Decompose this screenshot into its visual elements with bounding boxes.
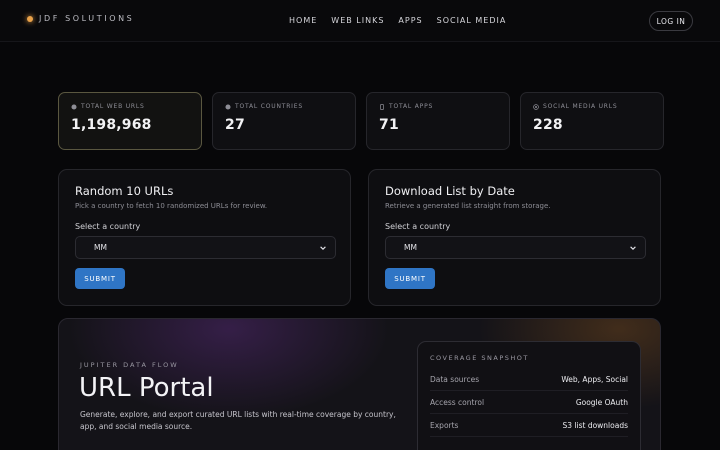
brand[interactable]: JDF SOLUTIONS (27, 14, 134, 23)
country-field-label: Select a country (385, 222, 451, 231)
stat-card-apps: TOTAL APPS 71 (366, 92, 510, 150)
snapshot-value: Web, Apps, Social (561, 374, 628, 384)
snapshot-title: COVERAGE SNAPSHOT (430, 354, 529, 362)
nav-link-home[interactable]: HOME (289, 16, 317, 25)
page: JDF SOLUTIONS HOME WEB LINKS APPS SOCIAL… (0, 0, 720, 450)
country-select[interactable]: MM (385, 236, 646, 259)
stat-label-row: TOTAL WEB URLS (71, 103, 189, 110)
country-field-label: Select a country (75, 222, 141, 231)
at-icon (533, 103, 539, 110)
stat-value: 71 (379, 117, 399, 133)
hero-title: URL Portal (79, 373, 214, 403)
brand-dot-icon (27, 15, 33, 22)
stat-card-web-urls: TOTAL WEB URLS 1,198,968 (58, 92, 202, 150)
stat-label: SOCIAL MEDIA URLS (543, 103, 618, 110)
stat-value: 1,198,968 (71, 117, 152, 133)
nav-links: HOME WEB LINKS APPS SOCIAL MEDIA (289, 16, 506, 25)
stat-card-countries: TOTAL COUNTRIES 27 (212, 92, 356, 150)
panel-title: Download List by Date (385, 184, 515, 198)
stat-value: 228 (533, 117, 563, 133)
random-submit-button[interactable]: SUBMIT (75, 268, 125, 289)
stat-label-row: TOTAL COUNTRIES (225, 103, 343, 110)
compass-icon (225, 103, 231, 110)
download-list-panel: Download List by Date Retrieve a generat… (368, 169, 661, 306)
stat-label-row: TOTAL APPS (379, 103, 497, 110)
coverage-snapshot-card: COVERAGE SNAPSHOT Data sources Web, Apps… (417, 341, 641, 450)
snapshot-value: Google OAuth (575, 397, 628, 407)
hero-section: JUPITER DATA FLOW URL Portal Generate, e… (58, 318, 661, 450)
stat-value: 27 (225, 117, 245, 133)
hero-description: Generate, explore, and export curated UR… (80, 410, 396, 431)
stat-label: TOTAL APPS (389, 103, 434, 110)
snapshot-row: Exports S3 list downloads (430, 414, 628, 437)
chevron-down-icon (630, 245, 636, 250)
panel-title: Random 10 URLs (75, 184, 174, 198)
chevron-down-icon (320, 245, 326, 250)
brand-name: JDF SOLUTIONS (39, 14, 135, 23)
snapshot-key: Access control (430, 397, 485, 407)
panel-subtitle: Retrieve a generated list straight from … (385, 202, 551, 210)
phone-icon (379, 103, 385, 110)
snapshot-row: Data sources Web, Apps, Social (430, 368, 628, 391)
snapshot-key: Exports (430, 420, 459, 430)
stat-label-row: SOCIAL MEDIA URLS (533, 103, 651, 110)
hero-eyebrow: JUPITER DATA FLOW (80, 361, 179, 369)
nav-link-web-links[interactable]: WEB LINKS (331, 16, 384, 25)
country-select[interactable]: MM (75, 236, 336, 259)
stat-label: TOTAL COUNTRIES (235, 103, 303, 110)
snapshot-row: Access control Google OAuth (430, 391, 628, 414)
stat-label: TOTAL WEB URLS (81, 103, 145, 110)
globe-icon (71, 103, 77, 110)
snapshot-key: Data sources (430, 374, 480, 384)
snapshot-value: S3 list downloads (562, 420, 629, 430)
nav-link-social-media[interactable]: SOCIAL MEDIA (437, 16, 507, 25)
stat-card-social-media: SOCIAL MEDIA URLS 228 (520, 92, 664, 150)
country-select-value: MM (94, 243, 107, 252)
panel-subtitle: Pick a country to fetch 10 randomized UR… (75, 202, 268, 210)
top-nav: JDF SOLUTIONS HOME WEB LINKS APPS SOCIAL… (0, 0, 720, 42)
login-button[interactable]: LOG IN (649, 11, 693, 31)
nav-link-apps[interactable]: APPS (398, 16, 422, 25)
stats-row: TOTAL WEB URLS 1,198,968 TOTAL COUNTRIES… (58, 92, 664, 150)
snapshot-rows: Data sources Web, Apps, Social Access co… (430, 368, 628, 437)
download-submit-button[interactable]: SUBMIT (385, 268, 435, 289)
random-urls-panel: Random 10 URLs Pick a country to fetch 1… (58, 169, 351, 306)
country-select-value: MM (404, 243, 417, 252)
